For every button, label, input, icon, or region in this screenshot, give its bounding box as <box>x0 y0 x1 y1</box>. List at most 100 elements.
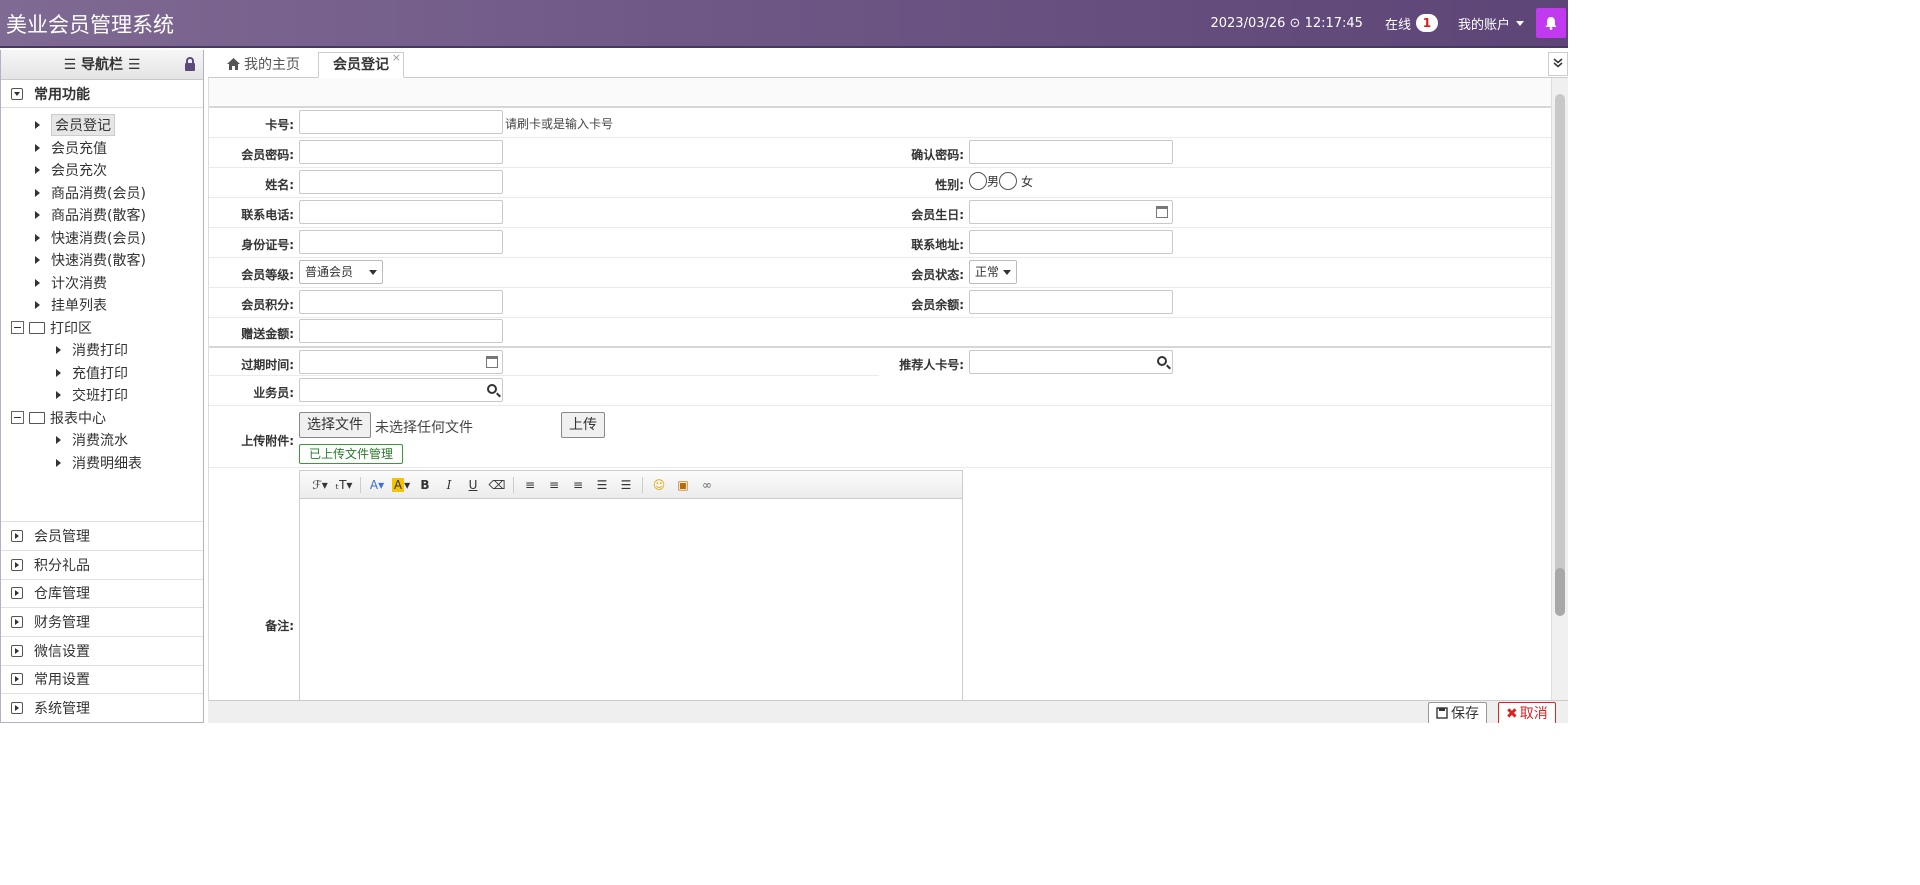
collapse-minus-icon[interactable] <box>11 321 24 335</box>
upload-button[interactable]: 上传 <box>561 412 605 438</box>
triangle-right-icon <box>35 188 40 197</box>
font-size-icon[interactable]: ₜT▾ <box>332 478 356 492</box>
bold-icon[interactable]: B <box>413 478 437 492</box>
sidebar-item[interactable]: 挂单列表 <box>1 294 203 317</box>
uploaded-files-button[interactable]: 已上传文件管理 <box>299 444 403 464</box>
calendar-icon[interactable] <box>1156 206 1168 218</box>
triangle-right-icon <box>56 436 61 445</box>
birthday-input[interactable] <box>969 200 1173 224</box>
no-file-text: 未选择任何文件 <box>375 420 473 436</box>
triangle-right-icon <box>56 346 61 355</box>
align-right-icon[interactable]: ≡ <box>566 478 590 492</box>
footer-bar: 保存 ✖ 取消 <box>208 700 1568 723</box>
password-input[interactable] <box>299 140 503 164</box>
save-button[interactable]: 保存 <box>1428 702 1487 723</box>
sidebar: ☰ 导航栏 ☰ 常用功能 会员登记 会员充值 会员充次 商品消费(会员) 商品消… <box>0 50 204 723</box>
gift-amount-input[interactable] <box>299 319 503 343</box>
online-indicator[interactable]: 在线 1 <box>1385 14 1438 33</box>
sidebar-subitem[interactable]: 交班打印 <box>1 384 203 407</box>
datetime: 2023/03/26 ⊙ 12:17:45 <box>1210 15 1363 31</box>
calendar-icon[interactable] <box>486 356 498 368</box>
sidebar-item[interactable]: 计次消费 <box>1 272 203 295</box>
close-icon[interactable]: × <box>392 45 401 70</box>
sidebar-item[interactable]: 会员充次 <box>1 159 203 182</box>
account-menu[interactable]: 我的账户 <box>1458 14 1524 33</box>
folder-reports[interactable]: 报表中心 <box>1 407 203 430</box>
top-right-area: 2023/03/26 ⊙ 12:17:45 在线 1 我的账户 <box>1210 0 1568 46</box>
section-wechat[interactable]: 微信设置 <box>1 635 203 665</box>
sidebar-subitem[interactable]: 充值打印 <box>1 362 203 385</box>
editor-body[interactable] <box>300 499 962 700</box>
referrer-input[interactable] <box>969 350 1173 374</box>
link-icon[interactable]: ∞ <box>695 478 719 492</box>
editor-toolbar: ℱ▾ ₜT▾ A▾ A ▾ B I U ⌫ ≡ ≡ ≡ ☰ ☰ ☺ ▣ ∞ <box>300 471 962 499</box>
font-family-icon[interactable]: ℱ▾ <box>308 478 332 492</box>
image-icon[interactable]: ▣ <box>671 478 695 492</box>
card-number-input[interactable] <box>299 110 503 134</box>
folder-print[interactable]: 打印区 <box>1 317 203 340</box>
content-scrollbar[interactable] <box>1551 78 1568 700</box>
section-points-gifts[interactable]: 积分礼品 <box>1 549 203 579</box>
sidebar-item[interactable]: 商品消费(会员) <box>1 182 203 205</box>
sidebar-item[interactable]: 会员充值 <box>1 137 203 160</box>
sidebar-subitem[interactable]: 消费明细表 <box>1 452 203 475</box>
highlight-icon[interactable]: A ▾ <box>389 477 413 492</box>
section-common-settings[interactable]: 常用设置 <box>1 664 203 694</box>
sidebar-item[interactable]: 会员登记 <box>1 114 203 137</box>
eraser-icon[interactable]: ⌫ <box>485 478 509 492</box>
sidebar-item[interactable]: 快速消费(散客) <box>1 249 203 272</box>
choose-file-button[interactable]: 选择文件 <box>299 412 371 438</box>
sidebar-item[interactable]: 商品消费(散客) <box>1 204 203 227</box>
label-gift-amount: 赠送金额: <box>241 327 294 341</box>
points-input[interactable] <box>299 290 503 314</box>
label-password: 会员密码: <box>241 148 294 162</box>
unordered-list-icon[interactable]: ☰ <box>614 478 638 492</box>
name-input[interactable] <box>299 170 503 194</box>
sidebar-subitem[interactable]: 消费打印 <box>1 339 203 362</box>
radio-female[interactable] <box>999 172 1018 190</box>
section-warehouse[interactable]: 仓库管理 <box>1 578 203 608</box>
form-row: 联系电话: 会员生日: <box>209 198 1551 228</box>
section-system[interactable]: 系统管理 <box>1 693 203 722</box>
section-common-functions[interactable]: 常用功能 <box>1 80 203 108</box>
form-row: 赠送金额: <box>209 318 1551 348</box>
chevron-double-down-icon[interactable] <box>1548 52 1568 76</box>
nav-header-label: ☰ 导航栏 ☰ <box>63 57 141 73</box>
triangle-right-icon <box>56 368 61 377</box>
section-finance[interactable]: 财务管理 <box>1 607 203 636</box>
cancel-button[interactable]: ✖ 取消 <box>1498 702 1556 723</box>
bell-button[interactable] <box>1536 8 1566 38</box>
font-color-icon[interactable]: A▾ <box>365 478 389 492</box>
balance-input[interactable] <box>969 290 1173 314</box>
align-center-icon[interactable]: ≡ <box>542 478 566 492</box>
tab-member-register[interactable]: 会员登记 × <box>318 51 404 78</box>
emoji-icon[interactable]: ☺ <box>647 478 671 492</box>
sidebar-subitem[interactable]: 消费流水 <box>1 429 203 452</box>
id-number-input[interactable] <box>299 230 503 254</box>
collapse-minus-icon[interactable] <box>11 411 24 425</box>
close-icon: ✖ <box>1506 706 1518 722</box>
expire-input[interactable] <box>299 350 503 374</box>
search-icon[interactable] <box>1157 356 1167 366</box>
online-count-badge: 1 <box>1415 14 1438 32</box>
phone-input[interactable] <box>299 200 503 224</box>
italic-icon[interactable]: I <box>437 478 461 492</box>
sidebar-item[interactable]: 快速消费(会员) <box>1 227 203 250</box>
search-icon[interactable] <box>487 384 497 394</box>
address-input[interactable] <box>969 230 1173 254</box>
section-member-management[interactable]: 会员管理 <box>1 521 203 550</box>
tab-home[interactable]: 我的主页 <box>212 52 315 78</box>
staff-input[interactable] <box>299 378 503 402</box>
confirm-password-input[interactable] <box>969 140 1173 164</box>
level-select[interactable]: 普通会员 <box>299 260 383 284</box>
scroll-thumb[interactable] <box>1555 568 1565 616</box>
nav-header: ☰ 导航栏 ☰ <box>1 50 203 80</box>
align-left-icon[interactable]: ≡ <box>518 478 542 492</box>
underline-icon[interactable]: U <box>461 478 485 492</box>
lock-icon[interactable] <box>183 57 197 71</box>
radio-male[interactable] <box>969 172 987 190</box>
ordered-list-icon[interactable]: ☰ <box>590 478 614 492</box>
label-referrer: 推荐人卡号: <box>899 358 964 372</box>
caret-down-icon <box>1516 20 1524 26</box>
status-select[interactable]: 正常 <box>969 260 1017 284</box>
